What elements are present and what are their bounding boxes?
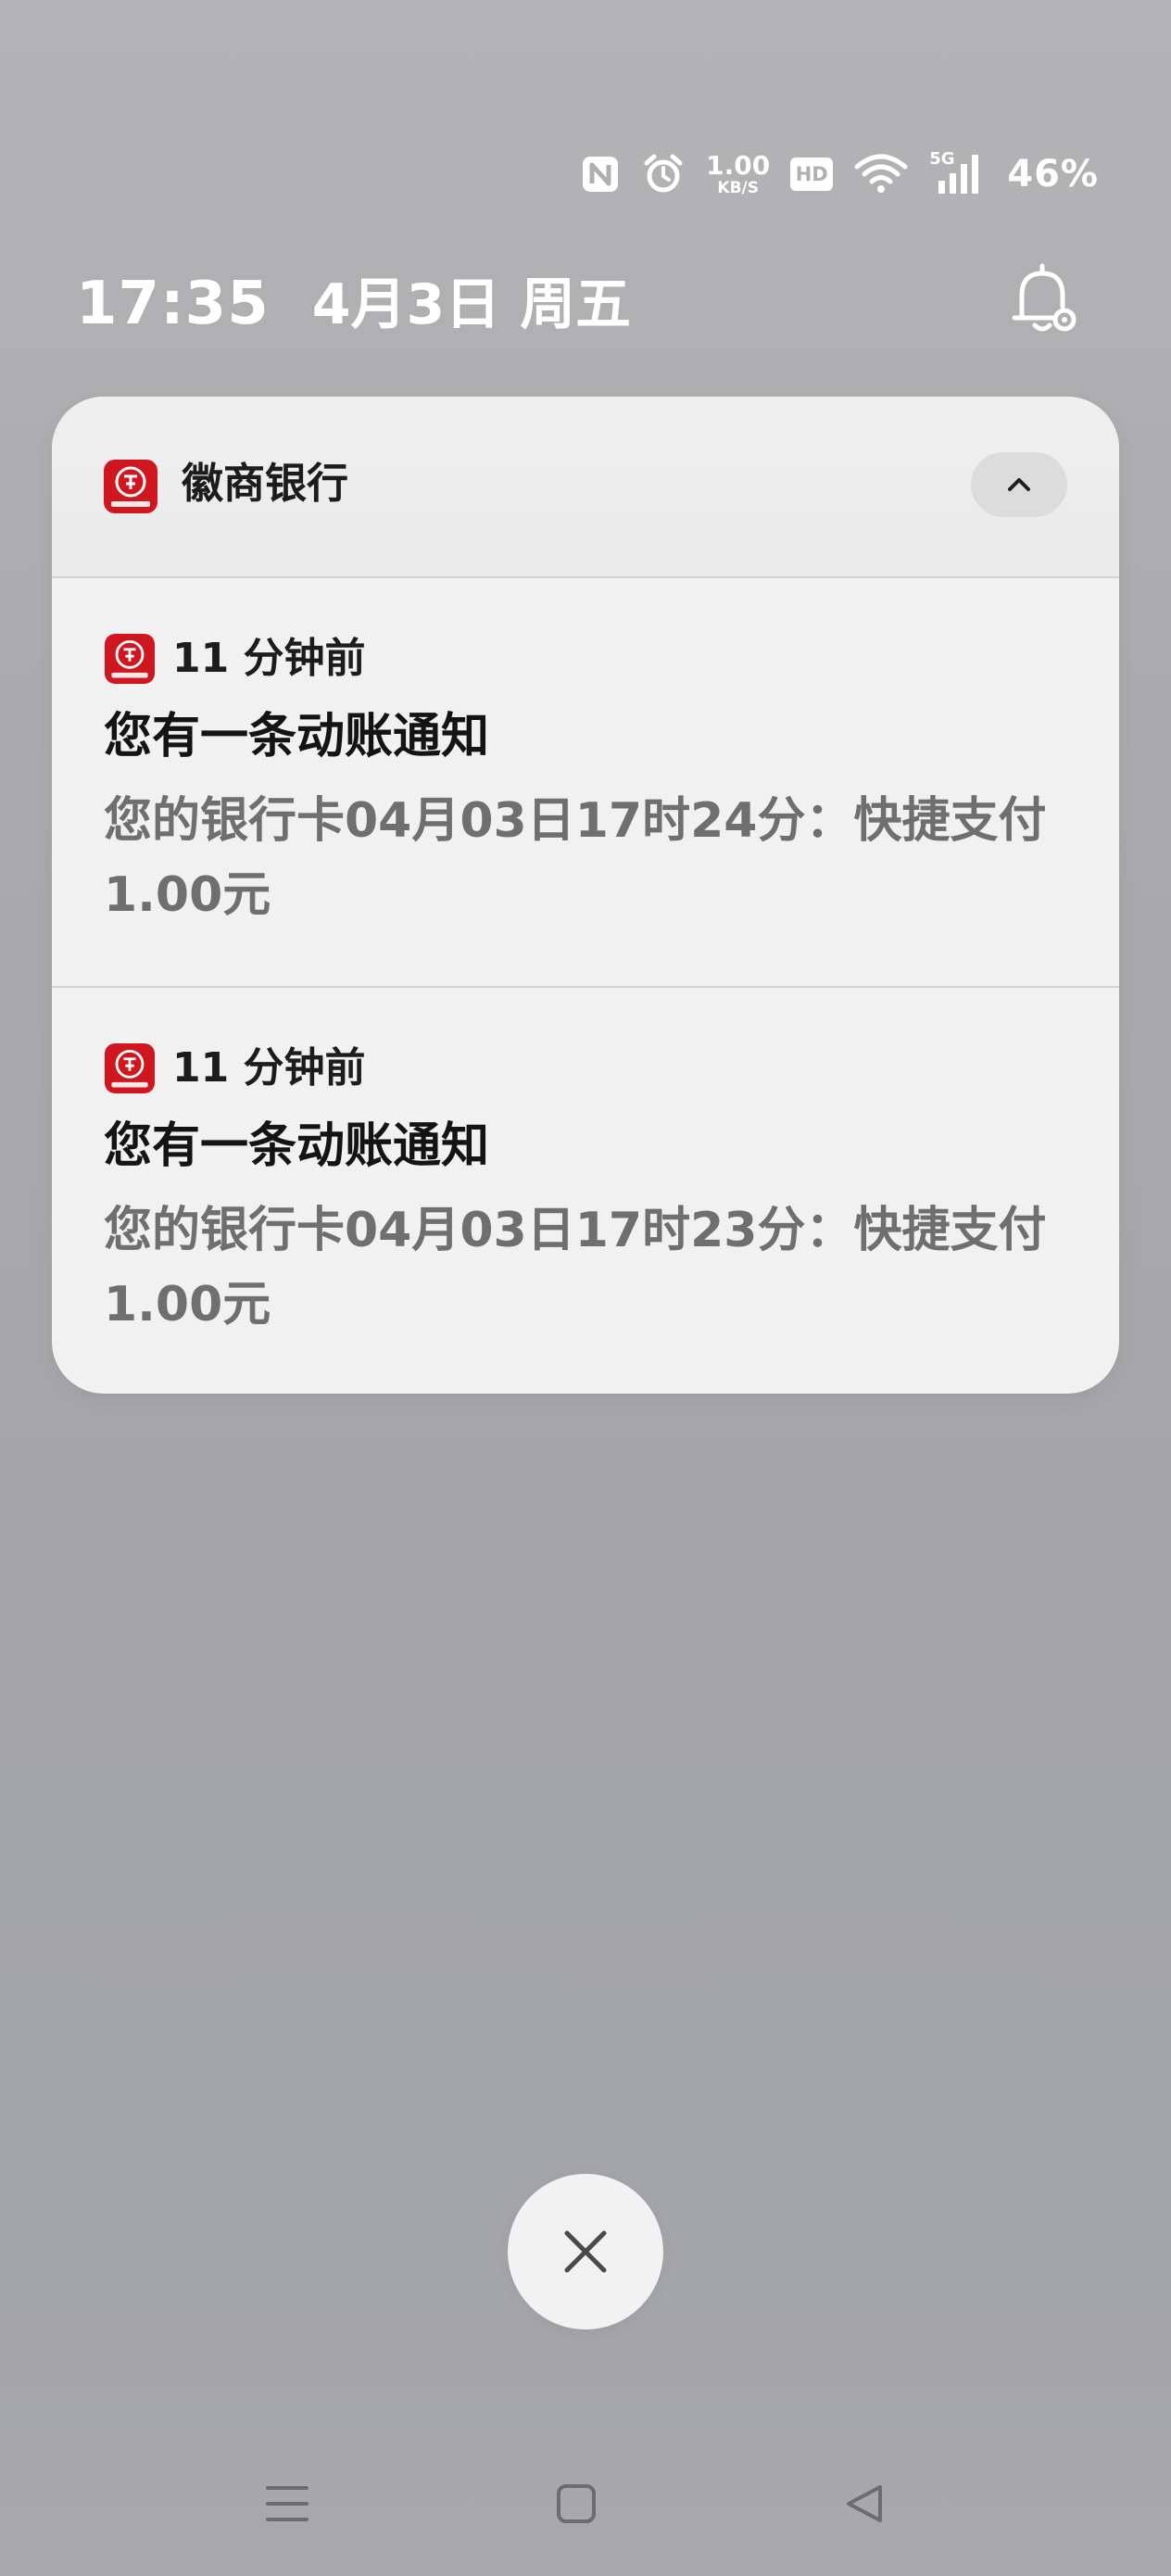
home-icon bbox=[557, 2484, 596, 2523]
notification-body: 您的银行卡04月03日17时24分：快捷支付1.00元 bbox=[104, 793, 1047, 923]
date: 4月3日 周五 bbox=[311, 272, 632, 337]
huishang-bank-logo-icon bbox=[104, 460, 157, 513]
notification-meta: 11 分钟前 bbox=[104, 1043, 366, 1093]
notification-settings-icon bbox=[1012, 263, 1077, 332]
notification-settings-button[interactable] bbox=[1002, 258, 1086, 341]
signal-icon: 5G bbox=[929, 151, 987, 197]
back-icon bbox=[847, 2485, 882, 2522]
notification-time: 11 分钟前 bbox=[172, 1044, 366, 1092]
close-icon bbox=[564, 2230, 607, 2273]
network-speed: 1.00 KB/S bbox=[706, 149, 771, 197]
home-button[interactable] bbox=[547, 2474, 606, 2533]
alarm-icon bbox=[641, 152, 686, 196]
notification-item[interactable]: 11 分钟前 您有一条动账通知 您的银行卡04月03日17时24分：快捷支付1.… bbox=[52, 578, 1119, 986]
notification-group-header[interactable]: 徽商银行 bbox=[52, 397, 1119, 578]
clear-notifications-button[interactable] bbox=[508, 2174, 663, 2330]
nfc-icon bbox=[580, 154, 621, 195]
notification-group-card[interactable]: 徽商银行 11 分钟前 您有一条动账通知 您的银行卡04月03日17时24分：快… bbox=[52, 397, 1119, 1394]
notification-body: 您的银行卡04月03日17时23分：快捷支付1.00元 bbox=[104, 1203, 1047, 1332]
huishang-bank-logo-icon bbox=[104, 634, 156, 684]
battery-level: 46% bbox=[1007, 153, 1099, 196]
network-speed-value: 1.00 bbox=[706, 149, 771, 181]
status-bar: 1.00 KB/S HD 5G 46% bbox=[580, 148, 1099, 200]
menu-button[interactable] bbox=[258, 2474, 317, 2533]
chevron-up-icon bbox=[1008, 478, 1030, 491]
wifi-icon bbox=[853, 154, 909, 195]
app-name: 徽商银行 bbox=[182, 459, 349, 508]
back-button[interactable] bbox=[836, 2474, 895, 2533]
navigation-bar bbox=[0, 2465, 1171, 2539]
notification-time: 11 分钟前 bbox=[172, 635, 366, 682]
notification-item[interactable]: 11 分钟前 您有一条动账通知 您的银行卡04月03日17时23分：快捷支付1.… bbox=[52, 986, 1119, 1394]
notification-title: 您有一条动账通知 bbox=[104, 1118, 490, 1174]
collapse-button[interactable] bbox=[971, 452, 1067, 517]
clock: 17:35 bbox=[76, 270, 270, 338]
clock-date-row: 17:35 4月3日 周五 bbox=[76, 259, 631, 340]
hd-badge: HD bbox=[790, 158, 834, 191]
notification-meta: 11 分钟前 bbox=[104, 634, 366, 684]
network-speed-unit: KB/S bbox=[717, 178, 759, 197]
huishang-bank-logo-icon bbox=[104, 1043, 156, 1093]
menu-icon bbox=[266, 2486, 308, 2521]
notification-title: 您有一条动账通知 bbox=[104, 709, 490, 764]
